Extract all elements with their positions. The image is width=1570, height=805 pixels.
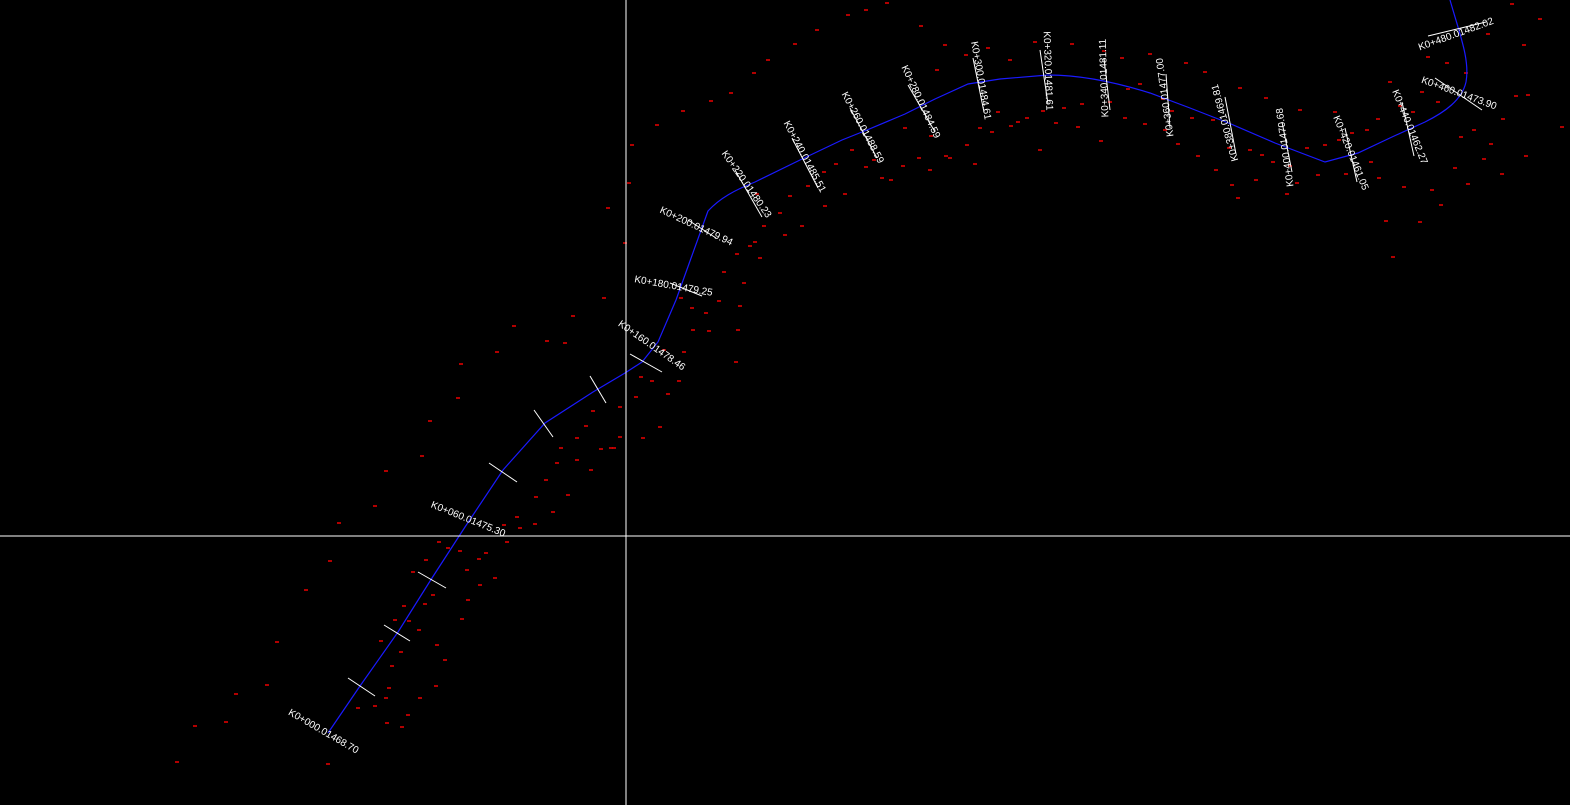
station-label: K0+420.01461.05 bbox=[1330, 114, 1370, 192]
station-tick bbox=[589, 375, 607, 404]
road-centerline-alignment[interactable] bbox=[327, 0, 1468, 734]
station-tick bbox=[347, 677, 376, 697]
station-tick-marks bbox=[347, 21, 1487, 697]
survey-points-layer bbox=[175, 2, 1564, 765]
drawing-canvas[interactable]: K0+000.01468.70 K0+060.01475.30 K0+160.014… bbox=[0, 0, 1570, 805]
station-label: K0+340.01481.11 bbox=[1098, 38, 1112, 117]
station-label: K0+260.01488.59 bbox=[839, 90, 886, 166]
station-label: K0+000.01468.70 bbox=[286, 707, 361, 756]
station-label: K0+380.01469.81 bbox=[1210, 83, 1241, 163]
station-label: K0+360.01477.00 bbox=[1155, 57, 1177, 137]
cad-model-space[interactable]: K0+000.01468.70 K0+060.01475.30 K0+160.014… bbox=[0, 0, 1570, 805]
station-label: K0+280.01484.59 bbox=[899, 64, 943, 141]
station-label: K0+320.01481.61 bbox=[1041, 31, 1055, 111]
station-label: K0+400.01470.68 bbox=[1275, 107, 1297, 187]
station-label: K0+160.01478.46 bbox=[616, 319, 688, 374]
station-label: K0+060.01475.30 bbox=[429, 500, 507, 540]
station-labels-layer: K0+000.01468.70 K0+060.01475.30 K0+160.014… bbox=[286, 16, 1498, 757]
station-tick bbox=[383, 624, 411, 642]
station-label: K0+220.01480.23 bbox=[719, 149, 774, 221]
station-tick bbox=[488, 462, 518, 483]
station-label: K0+440.01462.27 bbox=[1389, 88, 1429, 166]
station-label: K0+460.01473.90 bbox=[1420, 75, 1499, 113]
station-label: K0+180.01479.25 bbox=[633, 274, 713, 299]
station-tick bbox=[417, 571, 447, 589]
station-label: K0+240.01485.51 bbox=[781, 119, 828, 195]
